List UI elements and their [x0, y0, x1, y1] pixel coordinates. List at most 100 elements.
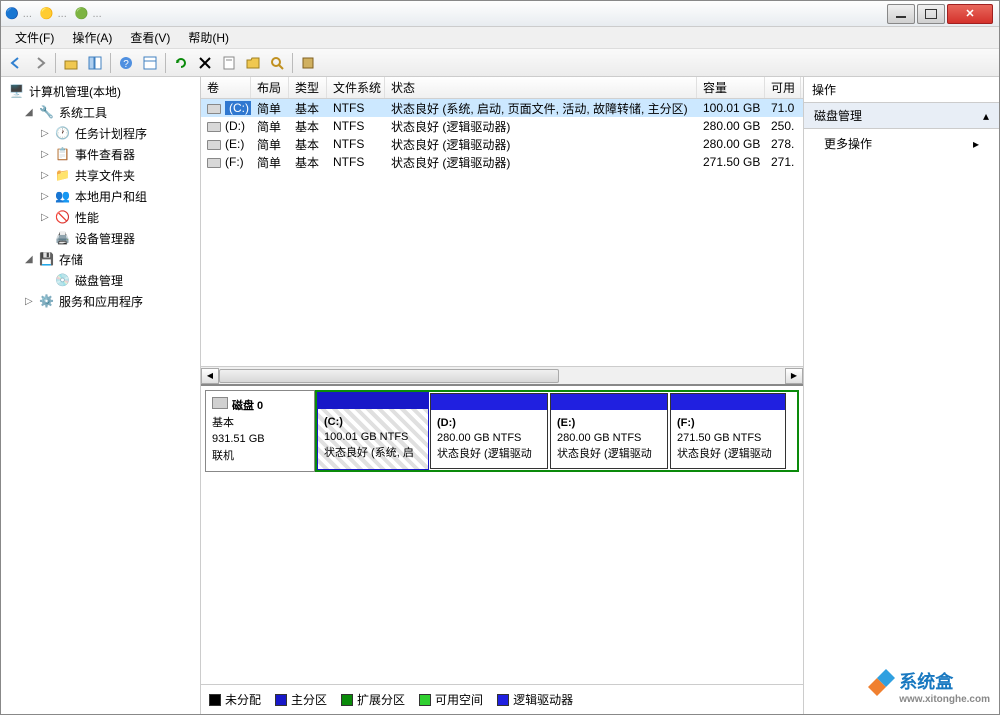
table-row[interactable]: (E:) 简单 基本 NTFS 状态良好 (逻辑驱动器) 280.00 GB 2…	[201, 135, 803, 153]
drive-icon	[207, 140, 221, 150]
col-free[interactable]: 可用	[765, 77, 801, 98]
partition-d[interactable]: (D:) 280.00 GB NTFS 状态良好 (逻辑驱动	[430, 393, 548, 469]
actions-more[interactable]: 更多操作 ▸	[804, 129, 999, 158]
drive-icon	[207, 158, 221, 168]
collapse-icon[interactable]: ▴	[983, 109, 989, 123]
menu-help[interactable]: 帮助(H)	[180, 27, 237, 48]
close-button[interactable]	[947, 4, 993, 24]
partition-c[interactable]: (C:) 100.01 GB NTFS 状态良好 (系统, 启	[317, 392, 429, 470]
show-hide-tree-button[interactable]	[84, 52, 106, 74]
col-volume[interactable]: 卷	[201, 77, 251, 98]
folder-icon[interactable]	[242, 52, 264, 74]
legend-free: 可用空间	[419, 691, 483, 708]
menu-view[interactable]: 查看(V)	[122, 27, 178, 48]
tree-scheduler[interactable]: ▷🕐任务计划程序	[37, 123, 196, 144]
partition-e[interactable]: (E:) 280.00 GB NTFS 状态良好 (逻辑驱动	[550, 393, 668, 469]
legend-unallocated: 未分配	[209, 691, 261, 708]
window-controls	[885, 4, 993, 24]
minimize-button[interactable]	[887, 4, 915, 24]
refresh-button[interactable]	[170, 52, 192, 74]
event-icon: 📋	[55, 147, 71, 163]
actions-panel: 操作 磁盘管理 ▴ 更多操作 ▸	[804, 77, 999, 714]
col-layout[interactable]: 布局	[251, 77, 289, 98]
tree-eventviewer[interactable]: ▷ 📋事件查看器	[37, 144, 196, 165]
expand-icon[interactable]: ▷	[41, 191, 51, 202]
actions-section[interactable]: 磁盘管理 ▴	[804, 103, 999, 129]
disk-state: 联机	[212, 448, 308, 465]
tab-item[interactable]: 🔵 ...	[5, 7, 32, 20]
menu-action[interactable]: 操作(A)	[64, 27, 120, 48]
drive-icon	[207, 122, 221, 132]
menu-file[interactable]: 文件(F)	[7, 27, 62, 48]
expand-icon[interactable]: ▷	[41, 170, 51, 181]
table-row[interactable]: (F:) 简单 基本 NTFS 状态良好 (逻辑驱动器) 271.50 GB 2…	[201, 153, 803, 171]
expand-icon[interactable]: ▷	[41, 128, 51, 139]
collapse-icon[interactable]: ◢	[25, 254, 35, 265]
tools-icon: 🔧	[39, 105, 55, 121]
cell-fs: NTFS	[327, 99, 385, 117]
view-button[interactable]	[139, 52, 161, 74]
tree-label: 设备管理器	[75, 230, 135, 247]
expand-icon[interactable]: ▷	[41, 212, 51, 223]
tree-systools[interactable]: ◢ 🔧 系统工具	[21, 102, 196, 123]
tree-users[interactable]: ▷ 👥本地用户和组	[37, 186, 196, 207]
cell-free: 71.0	[765, 99, 801, 117]
table-row[interactable]: (C:) 简单 基本 NTFS 状态良好 (系统, 启动, 页面文件, 活动, …	[201, 99, 803, 117]
partition-label: (C:)	[324, 416, 343, 428]
tab-item[interactable]: 🟡 ...	[40, 7, 67, 20]
disk-row[interactable]: 磁盘 0 基本 931.51 GB 联机 (C:) 100.01 GB NTFS…	[205, 390, 799, 472]
up-button[interactable]	[60, 52, 82, 74]
tree-diskmgmt[interactable]: 💿磁盘管理	[37, 270, 196, 291]
tree-label: 事件查看器	[75, 146, 135, 163]
main-area: 🖥️ 计算机管理(本地) ◢ 🔧 系统工具 ▷🕐任务计划程序 ▷ 📋事件查看器 ▷…	[1, 77, 999, 714]
col-capacity[interactable]: 容量	[697, 77, 765, 98]
app-window: 🔵 ... 🟡 ... 🟢 ... 文件(F) 操作(A) 查看(V) 帮助(H…	[0, 0, 1000, 715]
tree-shared[interactable]: ▷📁共享文件夹	[37, 165, 196, 186]
tab-item[interactable]: 🟢 ...	[75, 7, 102, 20]
help-button[interactable]: ?	[115, 52, 137, 74]
back-button[interactable]	[5, 52, 27, 74]
search-icon[interactable]	[266, 52, 288, 74]
expand-icon[interactable]: ▷	[41, 149, 51, 160]
partition-f[interactable]: (F:) 271.50 GB NTFS 状态良好 (逻辑驱动	[670, 393, 786, 469]
tree-perf[interactable]: ▷🚫性能	[37, 207, 196, 228]
table-row[interactable]: (D:) 简单 基本 NTFS 状态良好 (逻辑驱动器) 280.00 GB 2…	[201, 117, 803, 135]
watermark-url: www.xitonghe.com	[899, 694, 990, 705]
col-type[interactable]: 类型	[289, 77, 327, 98]
partition-header	[551, 394, 667, 410]
partition-label: (F:)	[677, 417, 695, 429]
partition-status: 状态良好 (逻辑驱动	[437, 448, 532, 460]
tree-devmgr[interactable]: 🖨️设备管理器	[37, 228, 196, 249]
partition-size: 271.50 GB NTFS	[677, 432, 761, 444]
collapse-icon[interactable]: ◢	[25, 107, 35, 118]
tree-services[interactable]: ▷⚙️服务和应用程序	[21, 291, 196, 312]
delete-icon[interactable]	[194, 52, 216, 74]
partition-header	[431, 394, 547, 410]
forward-button[interactable]	[29, 52, 51, 74]
scroll-right-button[interactable]: ▶	[785, 368, 803, 384]
navigation-tree[interactable]: 🖥️ 计算机管理(本地) ◢ 🔧 系统工具 ▷🕐任务计划程序 ▷ 📋事件查看器 ▷…	[1, 77, 201, 714]
maximize-button[interactable]	[917, 4, 945, 24]
col-fs[interactable]: 文件系统	[327, 77, 385, 98]
volume-label: (C:)	[225, 101, 251, 115]
legend-primary: 主分区	[275, 691, 327, 708]
tree-label: 共享文件夹	[75, 167, 135, 184]
volume-list[interactable]: 卷 布局 类型 文件系统 状态 容量 可用 (C:) 简单 基本 NTFS 状态…	[201, 77, 803, 366]
properties-icon[interactable]	[218, 52, 240, 74]
partition-status: 状态良好 (逻辑驱动	[557, 448, 652, 460]
users-icon: 👥	[55, 189, 71, 205]
partition-size: 280.00 GB NTFS	[437, 432, 521, 444]
tree-label: 本地用户和组	[75, 188, 147, 205]
settings-icon[interactable]	[297, 52, 319, 74]
tree-root[interactable]: 🖥️ 计算机管理(本地)	[5, 81, 196, 102]
col-status[interactable]: 状态	[385, 77, 697, 98]
tree-storage[interactable]: ◢ 💾 存储	[21, 249, 196, 270]
expand-icon[interactable]: ▷	[25, 296, 35, 307]
browser-tabs: 🔵 ... 🟡 ... 🟢 ...	[1, 1, 999, 27]
scroll-track[interactable]	[219, 368, 785, 384]
disk-info[interactable]: 磁盘 0 基本 931.51 GB 联机	[205, 390, 315, 472]
scroll-left-button[interactable]: ◀	[201, 368, 219, 384]
disk-icon: 💿	[55, 273, 71, 289]
horizontal-scrollbar[interactable]: ◀ ▶	[201, 366, 803, 384]
scroll-thumb[interactable]	[219, 369, 559, 383]
